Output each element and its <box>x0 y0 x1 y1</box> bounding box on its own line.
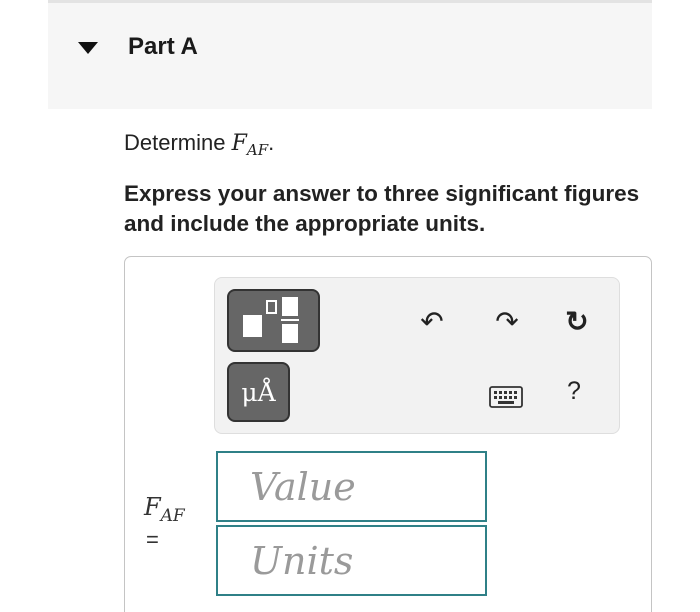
templates-icon <box>243 297 299 343</box>
part-title: Part A <box>128 33 198 60</box>
help-icon[interactable]: ? <box>567 374 581 408</box>
units-input[interactable] <box>216 525 487 596</box>
question-variable: FAF <box>231 131 269 159</box>
undo-icon[interactable]: ↶ <box>415 305 449 339</box>
instructions: Express your answer to three significant… <box>124 181 640 236</box>
redo-icon[interactable]: ↷ <box>490 305 524 339</box>
keyboard-icon[interactable] <box>489 386 523 408</box>
answer-variable-label: FAF <box>144 493 185 526</box>
question-prefix: Determine <box>124 130 232 155</box>
reset-icon[interactable]: ↻ <box>560 305 594 339</box>
value-input[interactable] <box>216 451 487 522</box>
caret-down-icon[interactable] <box>78 42 98 54</box>
part-header[interactable]: Part A <box>48 3 652 109</box>
equals-sign: = <box>146 527 159 552</box>
math-toolbar: μÅ ↶ ↷ ↻ ? <box>214 277 620 434</box>
question-suffix: . <box>268 130 275 155</box>
units-button[interactable]: μÅ <box>227 362 290 422</box>
question-text: Determine FAF. <box>124 130 274 159</box>
templates-button[interactable] <box>227 289 320 352</box>
